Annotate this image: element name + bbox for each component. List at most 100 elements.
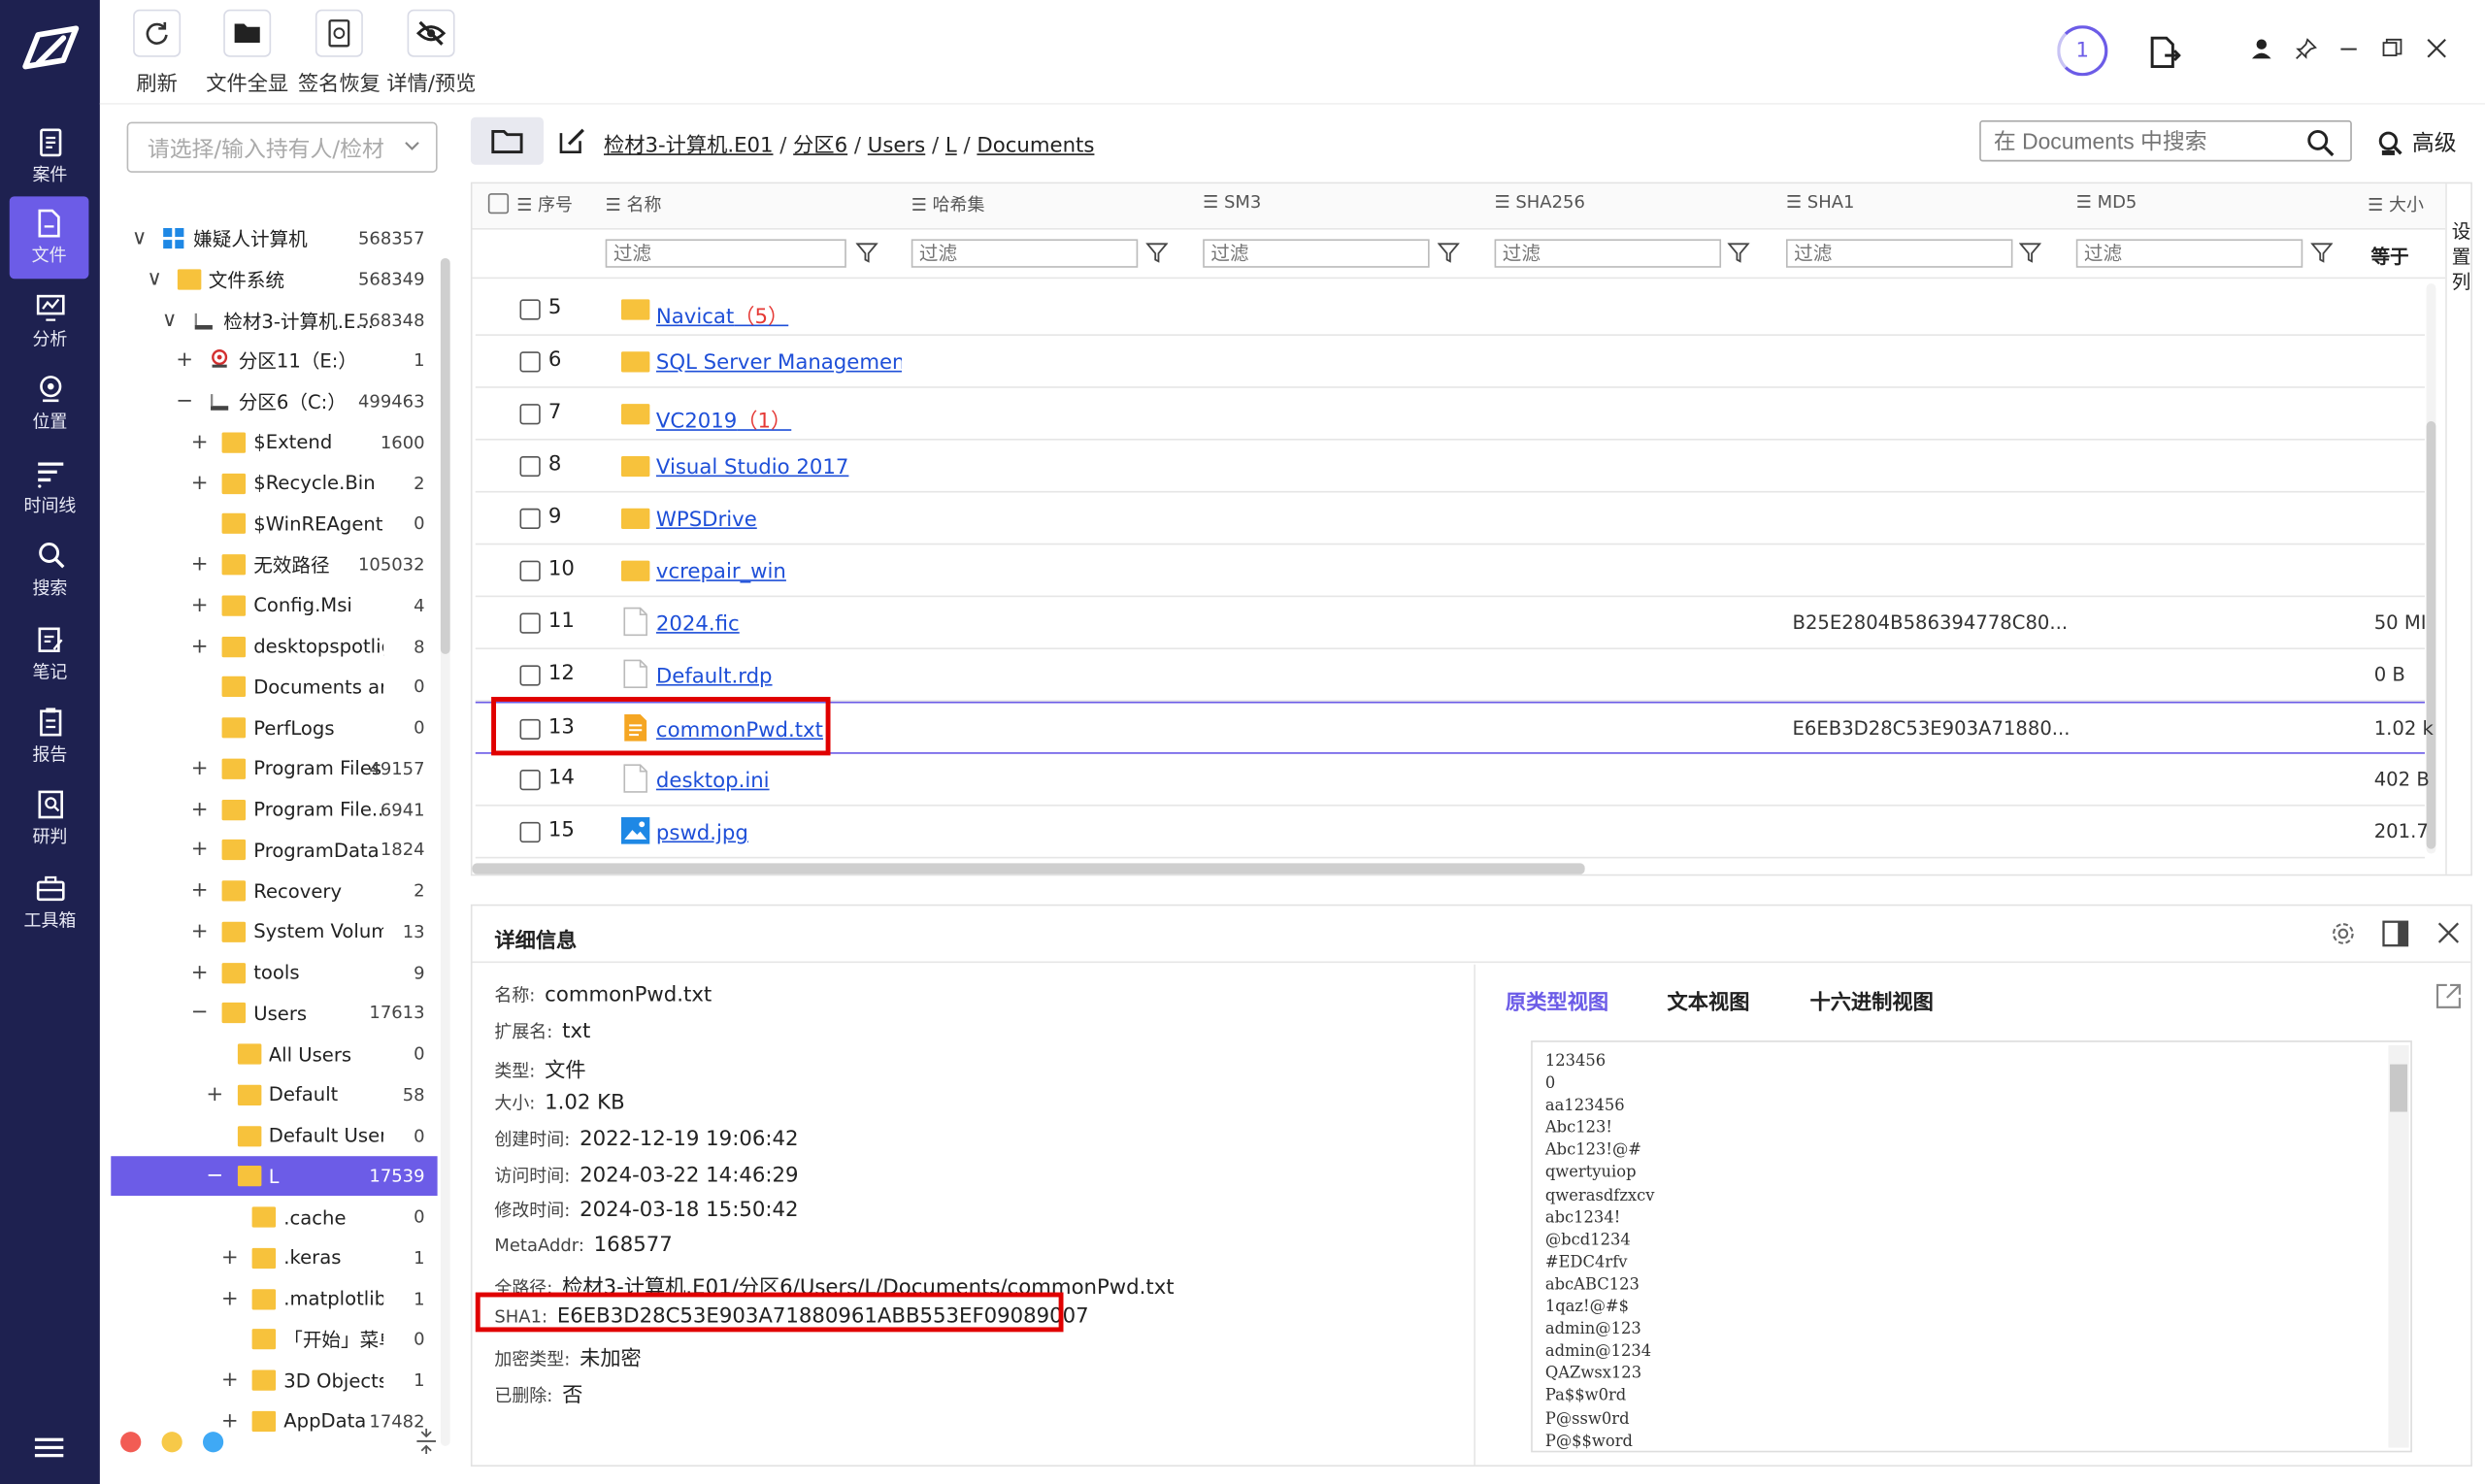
table-row[interactable]: 11 2024.fic B25E2804B586394778C80... 50 MI	[475, 597, 2427, 650]
blue-dot[interactable]	[202, 1432, 224, 1453]
tree-node[interactable]: Default User 0	[111, 1116, 437, 1156]
tree-node[interactable]: − L 17539	[111, 1156, 438, 1197]
table-hscroll-thumb[interactable]	[472, 863, 1585, 874]
yellow-dot[interactable]	[161, 1432, 182, 1453]
tree-node[interactable]: All Users 0	[111, 1035, 437, 1074]
expand-toggle[interactable]: ∨	[160, 308, 180, 331]
expand-toggle[interactable]: +	[190, 798, 210, 821]
header-sha1[interactable]: ☰ SHA1	[1786, 191, 1854, 212]
tree-node[interactable]: + Program Files 49157	[111, 748, 437, 788]
table-row[interactable]: 7 VC2019（1）	[475, 388, 2425, 441]
table-row[interactable]: 10 vcrepair_win	[475, 544, 2425, 598]
row-checkbox[interactable]	[519, 665, 541, 686]
expand-toggle[interactable]: ∨	[130, 226, 149, 249]
table-row[interactable]: 9 WPSDrive	[475, 492, 2425, 545]
file-name-link[interactable]: SQL Server Management St	[656, 351, 902, 375]
tree-node[interactable]: + .matplotlib 1	[111, 1279, 437, 1319]
column-settings-strip[interactable]: 设置列	[2445, 183, 2472, 874]
filter-icon[interactable]	[1727, 241, 1750, 263]
search-box[interactable]	[1979, 120, 2352, 162]
user-icon[interactable]	[2250, 38, 2272, 60]
expand-toggle[interactable]: +	[190, 920, 210, 943]
expand-toggle[interactable]: +	[190, 961, 210, 984]
filter-icon[interactable]	[2310, 241, 2334, 263]
table-row[interactable]: 15 pswd.jpg 201.7	[475, 807, 2429, 859]
tree-node[interactable]: + 分区11（E:） 1	[111, 341, 437, 380]
header-md5[interactable]: ☰ MD5	[2076, 191, 2137, 212]
minimize-icon[interactable]	[2339, 40, 2359, 59]
file-preview[interactable]: 123456 0 aa123456 Abc123! Abc123!@# qwertyuio…	[1531, 1040, 2412, 1453]
tree-node[interactable]: + $Recycle.Bin 2	[111, 463, 437, 503]
holder-select[interactable]: 请选择/输入持有人/检材	[126, 121, 438, 173]
signature-recovery-button[interactable]: 签名恢复	[298, 9, 381, 97]
menu-icon[interactable]	[32, 1431, 67, 1466]
settings-gear-icon[interactable]	[2330, 920, 2357, 947]
row-checkbox[interactable]	[519, 351, 541, 373]
dock-panel-icon[interactable]	[2382, 920, 2409, 947]
tree-node[interactable]: ∨ 文件系统 568349	[111, 259, 437, 299]
nav-timeline[interactable]: 时间线	[0, 448, 100, 528]
filter-sm3-input[interactable]	[1203, 239, 1430, 268]
expand-toggle[interactable]: +	[190, 635, 210, 658]
nav-search[interactable]: 搜索	[0, 531, 100, 610]
nav-location[interactable]: 位置	[0, 364, 100, 444]
open-external-icon[interactable]	[2435, 982, 2463, 1010]
tree-scrollbar-thumb[interactable]	[440, 257, 450, 654]
file-name-link[interactable]: WPSDrive	[656, 509, 757, 532]
header-sha256[interactable]: ☰ SHA256	[1495, 191, 1585, 212]
tree-node[interactable]: + Config.Msi 4	[111, 585, 437, 625]
nav-toolbox[interactable]: 工具箱	[0, 863, 100, 942]
nav-file[interactable]: 文件	[9, 196, 89, 280]
expand-toggle[interactable]: +	[220, 1287, 240, 1310]
tree-node[interactable]: + $Extend 1600	[111, 422, 437, 462]
size-filter-operator[interactable]: 等于	[2370, 243, 2408, 270]
row-checkbox[interactable]	[519, 404, 541, 425]
close-window-icon[interactable]	[2427, 38, 2447, 58]
export-file-icon[interactable]	[2149, 35, 2181, 70]
table-row[interactable]: 14 desktop.ini 402 B	[475, 754, 2430, 807]
tree-node[interactable]: ∨ 嫌疑人计算机 568357	[111, 218, 437, 258]
table-row[interactable]: 6 SQL Server Management St	[475, 336, 2425, 388]
header-size[interactable]: ☰ 大小	[2368, 191, 2424, 216]
tree-node[interactable]: + desktopspotlight 8	[111, 626, 437, 666]
expand-toggle[interactable]: +	[220, 1409, 240, 1433]
collapse-all-icon[interactable]	[415, 1427, 438, 1455]
filter-sha256-input[interactable]	[1494, 239, 1722, 268]
filter-name-input[interactable]	[605, 239, 846, 268]
expand-toggle[interactable]: +	[190, 879, 210, 903]
red-dot[interactable]	[120, 1432, 142, 1453]
filter-sha1-input[interactable]	[1785, 239, 2013, 268]
table-row[interactable]: 8 Visual Studio 2017	[475, 441, 2425, 493]
expand-toggle[interactable]: +	[220, 1369, 240, 1392]
table-row[interactable]: 12 Default.rdp 0 B	[475, 649, 2425, 702]
show-all-files-button[interactable]: 文件全显	[206, 9, 288, 97]
breadcrumb-partition[interactable]: 分区6	[793, 135, 847, 158]
expand-toggle[interactable]: +	[190, 552, 210, 576]
refresh-button[interactable]: 刷新	[133, 9, 182, 97]
tab-hex-view[interactable]: 十六进制视图	[1809, 985, 1933, 1015]
tree-node[interactable]: 「开始」菜单 0	[111, 1320, 437, 1360]
filter-icon[interactable]	[2018, 241, 2041, 263]
tree-node[interactable]: + Recovery 2	[111, 871, 437, 910]
nav-report[interactable]: 报告	[0, 697, 100, 776]
breadcrumb-image[interactable]: 检材3-计算机.E01	[604, 135, 773, 158]
file-name-link[interactable]: Default.rdp	[656, 665, 773, 688]
tree-node[interactable]: $WinREAgent 0	[111, 504, 437, 544]
file-name-link[interactable]: pswd.jpg	[656, 822, 748, 845]
tree-node[interactable]: − Users 17613	[111, 994, 437, 1034]
table-row[interactable]: 5 Navicat（5）	[475, 283, 2425, 336]
row-checkbox[interactable]	[519, 299, 541, 320]
tree-node[interactable]: + tools 9	[111, 953, 437, 993]
filter-hashset-input[interactable]	[911, 239, 1139, 268]
row-checkbox[interactable]	[519, 612, 541, 634]
tree-node[interactable]: +3D Objects 1	[111, 1361, 437, 1401]
header-sm3[interactable]: ☰ SM3	[1203, 191, 1261, 212]
select-all-checkbox[interactable]	[487, 193, 510, 214]
edit-path-icon[interactable]	[558, 127, 586, 155]
row-checkbox[interactable]	[519, 455, 541, 478]
filter-icon[interactable]	[1145, 241, 1169, 263]
expand-toggle[interactable]: +	[190, 757, 210, 780]
row-checkbox[interactable]	[519, 560, 541, 581]
tab-native-view[interactable]: 原类型视图	[1506, 985, 1608, 1015]
tree-node[interactable]: − 分区6（C:） 499463	[111, 381, 437, 421]
